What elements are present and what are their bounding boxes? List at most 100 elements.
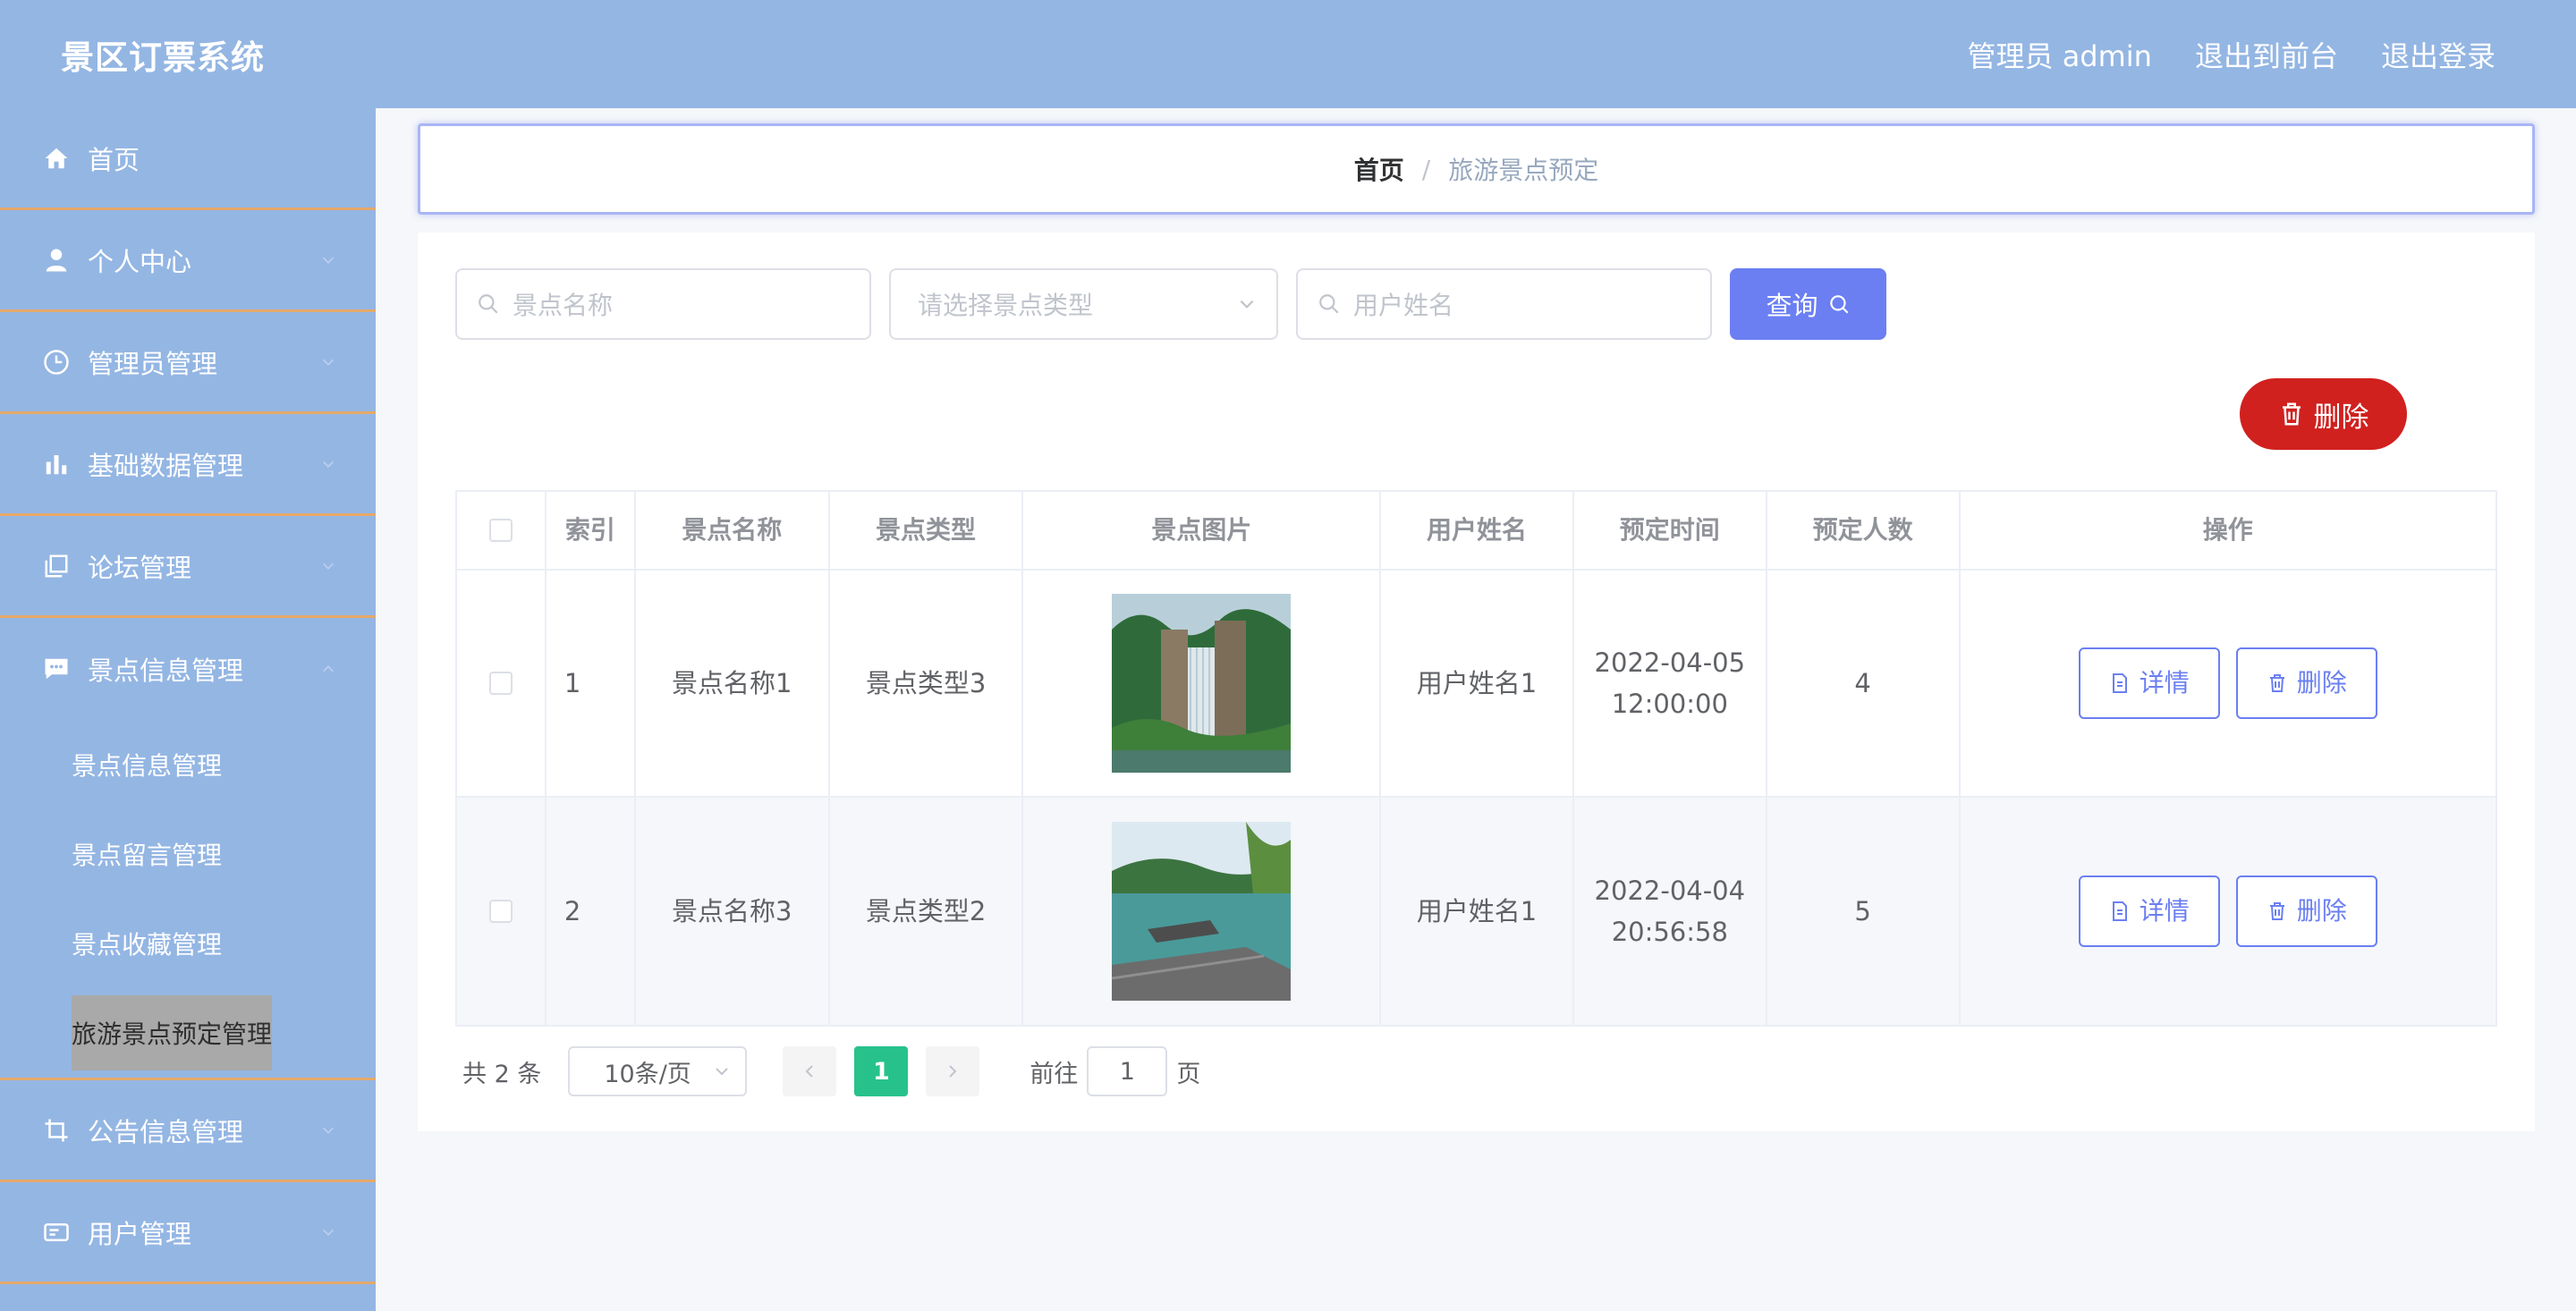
chevron-down-icon	[322, 1229, 335, 1236]
booking-clock: 20:56:58	[1611, 917, 1728, 947]
chevron-down-icon	[322, 257, 335, 264]
scenic-image-cell	[1023, 798, 1382, 1025]
scenic-name-input[interactable]: 景点名称	[455, 268, 871, 340]
trash-icon	[2282, 402, 2301, 426]
submenu-item-scenic-info[interactable]: 景点信息管理	[0, 720, 376, 809]
scenic-name-cell: 景点名称3	[636, 798, 830, 1025]
sidebar-item-scenic-info[interactable]: 景点信息管理	[0, 618, 376, 720]
crop-icon	[43, 1117, 70, 1144]
app-title: 景区订票系统	[61, 38, 265, 77]
booking-count-cell: 5	[1767, 798, 1961, 1025]
top-header: 景区订票系统 管理员 admin 退出到前台 退出登录	[0, 0, 2576, 108]
chevron-down-icon	[322, 562, 335, 570]
user-name-placeholder: 用户姓名	[1353, 291, 1454, 320]
logout-link[interactable]: 退出登录	[2381, 34, 2496, 75]
trash-icon	[2269, 902, 2284, 920]
id-card-icon	[43, 1219, 70, 1246]
home-icon	[43, 145, 70, 172]
user-name-input[interactable]: 用户姓名	[1296, 268, 1712, 340]
batch-delete-button[interactable]: 删除	[2240, 378, 2407, 450]
bar-chart-icon	[43, 451, 70, 478]
row-checkbox[interactable]	[488, 900, 513, 923]
breadcrumb-home[interactable]: 首页	[1354, 151, 1404, 187]
pagination: 共 2 条 10条/页 1 前往 1 页	[462, 1046, 1200, 1096]
header-scenic-image: 景点图片	[1023, 492, 1382, 569]
booking-table: 索引 景点名称 景点类型 景点图片 用户姓名 预定时间 预定人数 操作 1 景点…	[455, 490, 2497, 1027]
submenu-item-scenic-comments[interactable]: 景点留言管理	[0, 809, 376, 899]
chevron-left-icon	[805, 1065, 814, 1078]
table-row: 1 景点名称1 景点类型3 用户姓名1 2022-04-05 12:00:00 …	[457, 571, 2496, 798]
scenic-type-placeholder: 请选择景点类型	[918, 291, 1094, 320]
page-number-current[interactable]: 1	[854, 1046, 909, 1096]
submenu-item-booking[interactable]: 旅游景点预定管理	[0, 988, 376, 1078]
query-button[interactable]: 查询	[1730, 268, 1886, 340]
chevron-down-icon	[322, 359, 335, 366]
sidebar-item-label: 基础数据管理	[88, 450, 244, 481]
index-cell: 2	[547, 798, 636, 1025]
sidebar-item-label: 论坛管理	[88, 552, 192, 583]
chevron-down-icon	[322, 1127, 335, 1134]
scenic-type-select[interactable]: 请选择景点类型	[889, 268, 1278, 340]
trash-icon	[2269, 674, 2284, 692]
sidebar-item-profile[interactable]: 个人中心	[0, 210, 376, 312]
submenu-item-label: 景点信息管理	[72, 751, 223, 781]
header-booking-time: 预定时间	[1574, 492, 1767, 569]
prev-page-button[interactable]	[783, 1046, 837, 1096]
booking-time-cell: 2022-04-05 12:00:00	[1574, 571, 1767, 796]
sidebar-item-home[interactable]: 首页	[0, 108, 376, 210]
header-select-all	[457, 492, 547, 569]
chevron-up-icon	[322, 665, 335, 672]
header-scenic-name: 景点名称	[636, 492, 830, 569]
current-user: 管理员 admin	[1967, 38, 2152, 73]
chevron-down-icon	[322, 461, 335, 468]
booking-date: 2022-04-05	[1594, 647, 1746, 678]
submenu-item-scenic-favorites[interactable]: 景点收藏管理	[0, 899, 376, 988]
booking-count-cell: 4	[1767, 571, 1961, 796]
breadcrumb: 首页 / 旅游景点预定	[418, 123, 2535, 215]
page-size-select[interactable]: 10条/页	[568, 1046, 748, 1096]
document-icon	[2112, 673, 2127, 693]
row-select-cell	[457, 571, 547, 796]
header-actions: 操作	[2202, 515, 2253, 545]
header-scenic-type: 景点类型	[830, 492, 1024, 569]
table-row: 2 景点名称3 景点类型2 用户姓名1 2022-04-04 20:56:58 …	[457, 798, 2496, 1025]
chevron-right-icon	[949, 1065, 957, 1078]
sidebar-item-forum[interactable]: 论坛管理	[0, 516, 376, 618]
sidebar-item-admin[interactable]: 管理员管理	[0, 312, 376, 414]
submenu-item-label: 景点收藏管理	[72, 930, 223, 960]
user-name-cell: 用户姓名1	[1381, 798, 1574, 1025]
exit-to-front-link[interactable]: 退出到前台	[2195, 34, 2338, 75]
user-icon	[43, 247, 70, 274]
breadcrumb-separator: /	[1421, 154, 1431, 184]
next-page-button[interactable]	[926, 1046, 980, 1096]
sidebar-item-label: 用户管理	[88, 1218, 192, 1249]
delete-button[interactable]: 删除	[2235, 647, 2377, 719]
sidebar-item-label: 个人中心	[88, 246, 192, 277]
select-all-checkbox[interactable]	[488, 519, 513, 542]
copy-icon	[43, 553, 70, 579]
total-count: 共 2 条	[462, 1060, 542, 1088]
goto-label: 前往	[1030, 1060, 1079, 1088]
detail-button[interactable]: 详情	[2078, 875, 2220, 947]
table-header-row: 索引 景点名称 景点类型 景点图片 用户姓名 预定时间 预定人数 操作	[457, 492, 2496, 571]
sidebar-item-label: 景点信息管理	[88, 656, 244, 686]
sidebar-item-announcements[interactable]: 公告信息管理	[0, 1080, 376, 1182]
row-checkbox[interactable]	[488, 672, 513, 695]
header-actions: 管理员 admin 退出到前台 退出登录	[1925, 34, 2496, 75]
header-user-name: 用户姓名	[1381, 492, 1574, 569]
scenic-image-cell	[1023, 571, 1382, 796]
booking-clock: 12:00:00	[1611, 689, 1728, 719]
sidebar-item-label: 首页	[88, 144, 140, 175]
detail-button[interactable]: 详情	[2078, 647, 2220, 719]
clock-icon	[43, 349, 70, 376]
sidebar-item-users[interactable]: 用户管理	[0, 1182, 376, 1284]
document-icon	[2112, 901, 2127, 921]
user-name-cell: 用户姓名1	[1381, 571, 1574, 796]
goto-page-input[interactable]: 1	[1087, 1046, 1168, 1096]
delete-button[interactable]: 删除	[2235, 875, 2377, 947]
scenic-name-placeholder: 景点名称	[513, 291, 614, 320]
page-size-value: 10条/页	[604, 1060, 691, 1088]
sidebar-item-basic-data[interactable]: 基础数据管理	[0, 414, 376, 516]
actions-cell: 详情 删除	[1961, 571, 2496, 796]
lake-image	[1112, 822, 1292, 1001]
